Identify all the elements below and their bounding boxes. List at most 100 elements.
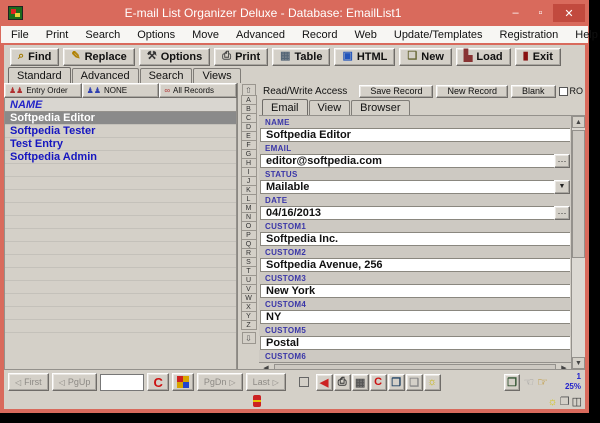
nav-checkbox[interactable]: [298, 377, 309, 387]
scrollbar-thumb[interactable]: [572, 130, 585, 258]
menu-item[interactable]: Move: [192, 29, 219, 41]
list-item-empty[interactable]: [5, 164, 236, 177]
tool-icon-button[interactable]: C: [369, 373, 387, 391]
list-item-empty[interactable]: [5, 281, 236, 294]
view-tab[interactable]: Search: [139, 68, 193, 83]
field-value-input[interactable]: New York: [260, 284, 570, 298]
list-item-empty[interactable]: [5, 190, 236, 203]
scroll-up-icon[interactable]: ▲: [572, 116, 585, 128]
sort-button[interactable]: ♟♟ Entry Order: [4, 83, 82, 98]
dropdown-arrow-button[interactable]: ▼: [554, 180, 570, 194]
last-arrow-icon: ▷: [272, 377, 279, 387]
title-bar[interactable]: E-mail List Organizer Deluxe - Database:…: [0, 0, 589, 26]
documents-icon[interactable]: ❐: [560, 395, 570, 408]
field-value-input[interactable]: Postal: [260, 336, 570, 350]
list-item[interactable]: Softpedia Admin: [5, 151, 236, 164]
field-value-input[interactable]: NY: [260, 310, 570, 324]
view-tab[interactable]: Views: [193, 68, 241, 83]
color-grid-button[interactable]: [172, 373, 194, 391]
form-vertical-scrollbar[interactable]: ▲ ▼: [571, 116, 585, 369]
toolbar-button[interactable]: ❏ New: [399, 47, 452, 66]
menu-item[interactable]: Options: [137, 29, 175, 41]
close-button[interactable]: ✕: [553, 4, 585, 22]
menu-item[interactable]: Record: [302, 29, 337, 41]
tool-icon-button[interactable]: ▦: [351, 373, 369, 391]
tool-icon-button[interactable]: ☼: [423, 373, 441, 391]
view-tab[interactable]: Advanced: [71, 68, 139, 83]
export-record-button[interactable]: ❐: [503, 373, 521, 391]
list-item-empty[interactable]: [5, 294, 236, 307]
record-tab[interactable]: Email: [262, 99, 308, 115]
blank-button[interactable]: Blank: [510, 84, 556, 98]
field-value-input[interactable]: Softpedia Inc.: [260, 232, 570, 246]
toolbar-button[interactable]: ▮ Exit: [514, 47, 561, 66]
menu-item[interactable]: Update/Templates: [394, 29, 483, 41]
list-column-header[interactable]: NAME: [4, 98, 237, 112]
list-item[interactable]: Softpedia Tester: [5, 125, 236, 138]
hint-bulb-icon[interactable]: ☼: [548, 396, 558, 408]
checkbox-box[interactable]: [558, 86, 568, 96]
list-item[interactable]: Test Entry: [5, 138, 236, 151]
read-only-checkbox[interactable]: RO: [558, 86, 583, 96]
sort-button[interactable]: ♟♟ NONE: [81, 83, 160, 98]
field-value-input[interactable]: Softpedia Avenue, 256: [260, 258, 570, 272]
list-item-empty[interactable]: [5, 268, 236, 281]
list-item-empty[interactable]: [5, 307, 236, 320]
toolbar-button[interactable]: ▙ Load: [455, 47, 511, 66]
list-item-empty[interactable]: [5, 255, 236, 268]
last-record-button[interactable]: Last ▷: [245, 373, 286, 391]
scroll-down-icon[interactable]: ▼: [572, 357, 585, 369]
menu-item[interactable]: Search: [85, 29, 120, 41]
toolbar-button[interactable]: ⚒ Options: [138, 47, 211, 66]
toolbar-button[interactable]: ▦ Table: [272, 47, 331, 66]
list-item-empty[interactable]: [5, 242, 236, 255]
list-item-empty[interactable]: [5, 229, 236, 242]
tool-icon-button[interactable]: ❐: [387, 373, 405, 391]
toolbar-button[interactable]: ✎ Replace: [63, 47, 135, 66]
ellipsis-button[interactable]: ···: [554, 206, 570, 220]
field-value-input[interactable]: editor@softpedia.com: [260, 154, 554, 168]
view-tabs: Standard Advanced Search Views: [4, 67, 585, 83]
toolbar-button[interactable]: ⎙ Print: [214, 47, 269, 66]
attachment-icon[interactable]: ◫: [572, 395, 582, 408]
list-item[interactable]: Softpedia Editor: [5, 112, 236, 125]
page-down-button[interactable]: PgDn ▷: [196, 373, 243, 391]
new-record-button[interactable]: New Record: [436, 84, 508, 98]
menu-item[interactable]: Registration: [500, 29, 559, 41]
first-record-button[interactable]: ◁ First: [8, 373, 49, 391]
record-number-input[interactable]: [100, 373, 145, 391]
prev-record-hand-icon[interactable]: ☜: [523, 375, 534, 389]
view-tab[interactable]: Standard: [8, 67, 71, 83]
menu-item[interactable]: File: [11, 29, 29, 41]
list-item-empty[interactable]: [5, 177, 236, 190]
record-tab[interactable]: View: [308, 100, 351, 115]
list-item-empty[interactable]: [5, 320, 236, 333]
minimize-button[interactable]: –: [503, 4, 528, 22]
menu-item[interactable]: Print: [46, 29, 69, 41]
list-item-empty[interactable]: [5, 216, 236, 229]
tool-icon-button[interactable]: ⎙: [333, 373, 351, 391]
splitter-handle-icon[interactable]: [253, 395, 261, 407]
ellipsis-button[interactable]: ···: [554, 154, 570, 168]
alphabet-letter-button[interactable]: Z: [240, 320, 257, 330]
page-up-button[interactable]: ◁ PgUp: [51, 373, 98, 391]
tool-icon-button[interactable]: ◀: [315, 373, 333, 391]
next-record-hand-icon[interactable]: ☞: [537, 375, 548, 389]
maximize-button[interactable]: ▫: [528, 4, 553, 22]
menu-item[interactable]: Help: [575, 29, 598, 41]
list-item-empty[interactable]: [5, 203, 236, 216]
field-value-input[interactable]: 04/16/2013: [260, 206, 554, 220]
toolbar-button[interactable]: ⌕ Find: [10, 47, 60, 66]
sort-button[interactable]: ∞ All Records: [159, 83, 238, 98]
toolbar-button[interactable]: ▣ HTML: [334, 47, 396, 66]
record-tab[interactable]: Browser: [351, 100, 410, 115]
alphabet-down-icon[interactable]: ⇩: [241, 332, 256, 344]
refresh-button[interactable]: C: [147, 373, 170, 391]
save-record-button[interactable]: Save Record: [359, 84, 434, 98]
form-horizontal-scrollbar[interactable]: ◀ ▶: [259, 362, 571, 369]
tool-icon-button[interactable]: ❏: [405, 373, 423, 391]
field-value-input[interactable]: Softpedia Editor: [260, 128, 570, 142]
menu-item[interactable]: Advanced: [236, 29, 285, 41]
field-value-input[interactable]: Mailable: [260, 180, 554, 194]
menu-item[interactable]: Web: [354, 29, 376, 41]
